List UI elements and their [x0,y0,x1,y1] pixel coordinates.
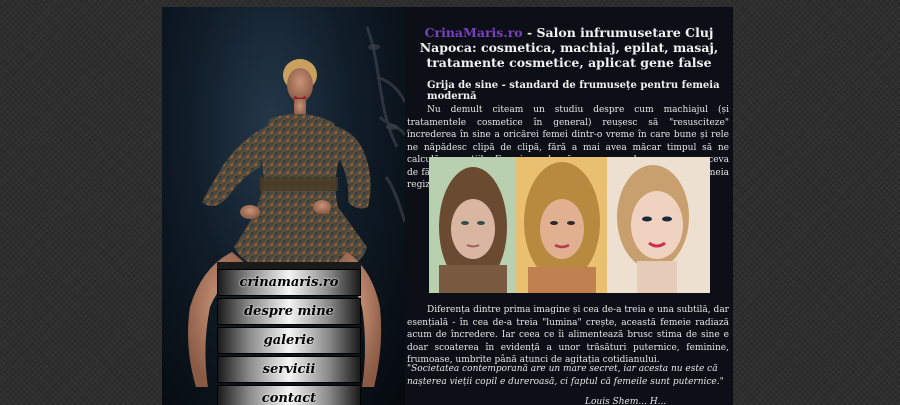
left-panel: crinamaris.ro despre mine galerie servic… [162,7,405,405]
article-paragraph-2: Diferența dintre prima imagine și cea de… [407,305,729,365]
page-container: crinamaris.ro despre mine galerie servic… [162,7,733,405]
page-title: CrinaMaris.ro - Salon infrumusetare Cluj… [411,25,727,70]
photo-before [429,157,516,293]
photo-middle [516,157,607,293]
nav-item-services[interactable]: servicii [217,356,361,383]
nav-item-about[interactable]: despre mine [217,298,361,325]
nav-item-home[interactable]: crinamaris.ro [217,269,361,296]
site-name-link[interactable]: CrinaMaris.ro [425,25,523,40]
nav-item-gallery[interactable]: galerie [217,327,361,354]
article-quote: "Societatea contemporană are un mare sec… [407,364,724,387]
before-after-photos [429,157,710,293]
photo-after [607,157,710,293]
content-panel: CrinaMaris.ro - Salon infrumusetare Cluj… [405,7,733,405]
nav-menu: crinamaris.ro despre mine galerie servic… [217,269,361,405]
nav-item-contact[interactable]: contact [217,385,361,405]
article-title: Grija de sine - standard de frumusețe pe… [427,80,720,102]
quote-signature: Louis Shem... H... [585,397,667,405]
